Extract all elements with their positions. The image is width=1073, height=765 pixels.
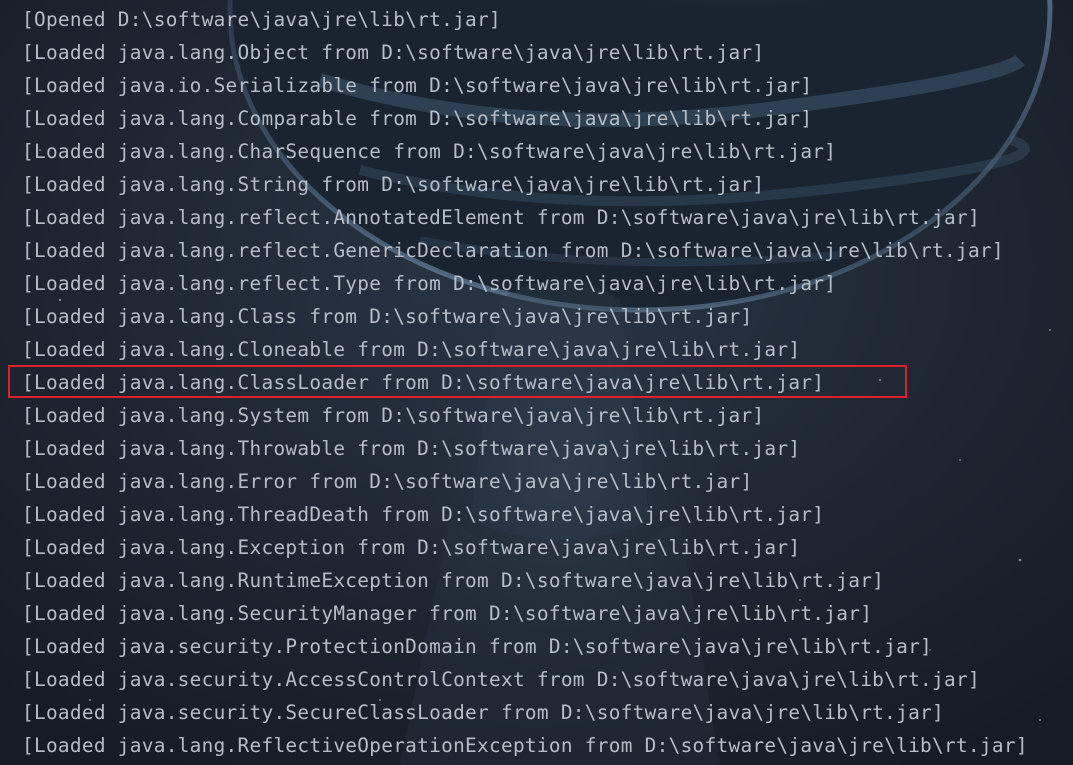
log-line-exception: [Loaded java.lang.Exception from D:\soft… [22, 536, 801, 559]
log-line-type: [Loaded java.lang.reflect.Type from D:\s… [22, 272, 837, 295]
log-line-system: [Loaded java.lang.System from D:\softwar… [22, 404, 765, 427]
log-line-comparable: [Loaded java.lang.Comparable from D:\sof… [22, 107, 813, 130]
log-line-charsequence: [Loaded java.lang.CharSequence from D:\s… [22, 140, 837, 163]
log-line-runtimeexception: [Loaded java.lang.RuntimeException from … [22, 569, 885, 592]
log-line-annotatedelement: [Loaded java.lang.reflect.AnnotatedEleme… [22, 206, 980, 229]
log-line-string: [Loaded java.lang.String from D:\softwar… [22, 173, 765, 196]
log-line-reflectiveoperationexception: [Loaded java.lang.ReflectiveOperationExc… [22, 734, 1028, 757]
console-output: [Opened D:\software\java\jre\lib\rt.jar]… [0, 0, 1073, 765]
log-line-classloader: [Loaded java.lang.ClassLoader from D:\so… [22, 371, 825, 394]
log-line-secureclassloader: [Loaded java.security.SecureClassLoader … [22, 701, 945, 724]
log-line-accesscontrolcontext: [Loaded java.security.AccessControlConte… [22, 668, 980, 691]
log-line-serializable: [Loaded java.io.Serializable from D:\sof… [22, 74, 813, 97]
log-line-cloneable: [Loaded java.lang.Cloneable from D:\soft… [22, 338, 801, 361]
log-line-error: [Loaded java.lang.Error from D:\software… [22, 470, 753, 493]
log-line-threaddeath: [Loaded java.lang.ThreadDeath from D:\so… [22, 503, 825, 526]
log-line-protectiondomain: [Loaded java.security.ProtectionDomain f… [22, 635, 933, 658]
log-line-throwable: [Loaded java.lang.Throwable from D:\soft… [22, 437, 801, 460]
log-line-class: [Loaded java.lang.Class from D:\software… [22, 305, 753, 328]
log-line-opened: [Opened D:\software\java\jre\lib\rt.jar] [22, 8, 501, 31]
log-line-object: [Loaded java.lang.Object from D:\softwar… [22, 41, 765, 64]
log-line-securitymanager: [Loaded java.lang.SecurityManager from D… [22, 602, 873, 625]
log-line-genericdeclaration: [Loaded java.lang.reflect.GenericDeclara… [22, 239, 1004, 262]
